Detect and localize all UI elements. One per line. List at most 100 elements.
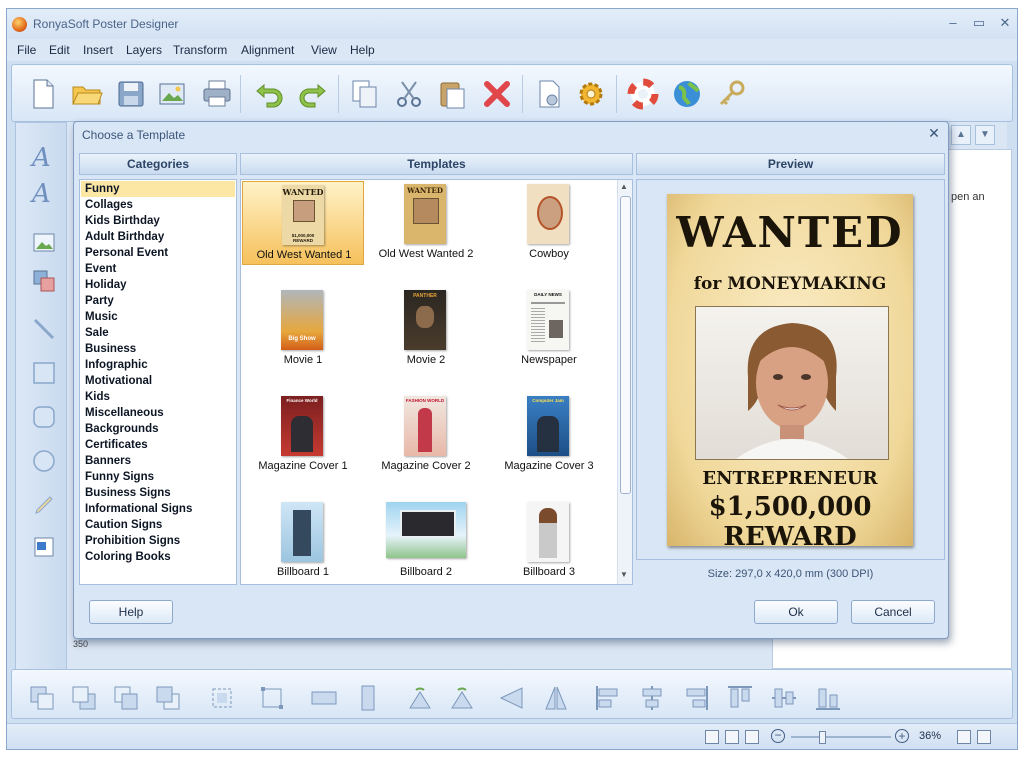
align-middle-icon[interactable] [770,684,798,712]
zoom-in-button[interactable]: + [895,729,909,743]
category-informational-signs[interactable]: Informational Signs [85,501,192,517]
save-icon[interactable] [114,77,148,111]
dotted-grid-icon[interactable] [725,730,739,744]
template-item[interactable]: WANTED Old West Wanted 2 [365,181,487,265]
category-backgrounds[interactable]: Backgrounds [85,421,159,437]
register-key-icon[interactable] [714,77,748,111]
save-as-image-icon[interactable] [156,77,190,111]
open-folder-icon[interactable] [70,77,104,111]
scroll-down-arrow-icon[interactable]: ▼ [620,570,628,579]
category-kids[interactable]: Kids [85,389,110,405]
distribute-horizontal-icon[interactable] [310,684,338,712]
new-file-icon[interactable] [26,77,60,111]
actual-size-icon[interactable] [977,730,991,744]
category-personal-event[interactable]: Personal Event [85,245,168,261]
grid-view-icon[interactable] [705,730,719,744]
category-collages[interactable]: Collages [85,197,133,213]
ellipse-tool-icon[interactable] [32,449,56,473]
bring-to-front-icon[interactable] [28,684,56,712]
category-music[interactable]: Music [85,309,118,325]
category-motivational[interactable]: Motivational [85,373,152,389]
menu-file[interactable]: File [17,43,36,57]
document-object-tool-icon[interactable] [32,535,56,559]
template-item[interactable]: DAILY NEWS Newspaper [488,287,610,371]
help-button[interactable]: Help [89,600,173,624]
help-lifebuoy-icon[interactable] [626,77,660,111]
menu-view[interactable]: View [311,43,337,57]
menu-insert[interactable]: Insert [83,43,113,57]
rotate-right-icon[interactable] [448,684,476,712]
template-item[interactable]: WANTED $1,000,000 REWARD Old West Wanted… [242,181,364,265]
scroll-up-arrow-icon[interactable]: ▲ [620,182,628,191]
dialog-close-button[interactable]: ✕ [926,125,942,141]
align-right-icon[interactable] [682,684,710,712]
category-certificates[interactable]: Certificates [85,437,148,453]
category-kids-birthday[interactable]: Kids Birthday [85,213,160,229]
maximize-button[interactable]: ▭ [971,16,987,30]
align-top-icon[interactable] [726,684,754,712]
scrollbar-thumb[interactable] [620,196,631,494]
send-to-back-icon[interactable] [70,684,98,712]
category-adult-birthday[interactable]: Adult Birthday [85,229,164,245]
template-item[interactable]: Big Show Movie 1 [242,287,364,371]
category-holiday[interactable]: Holiday [85,277,127,293]
menu-help[interactable]: Help [350,43,375,57]
minimize-button[interactable]: – [945,16,961,30]
template-item[interactable]: Cowboy [488,181,610,265]
bring-forward-icon[interactable] [112,684,140,712]
template-item[interactable]: Billboard 2 [365,499,487,583]
template-item[interactable]: Billboard 3 [488,499,610,583]
settings-gear-icon[interactable] [574,77,608,111]
category-coloring-books[interactable]: Coloring Books [85,549,171,565]
rounded-rectangle-tool-icon[interactable] [32,405,56,429]
ungroup-icon[interactable] [258,684,286,712]
rectangle-tool-icon[interactable] [32,361,56,385]
group-icon[interactable] [208,684,236,712]
category-funny-signs[interactable]: Funny Signs [85,469,154,485]
zoom-slider-thumb[interactable] [819,731,826,744]
image-tool-icon[interactable] [32,231,56,255]
zoom-slider[interactable] [791,736,891,738]
rotate-left-icon[interactable] [406,684,434,712]
redo-icon[interactable] [296,77,330,111]
send-backward-icon[interactable] [154,684,182,712]
templates-scrollbar[interactable]: ▲ ▼ [617,180,632,584]
template-item[interactable]: PANTHER Movie 2 [365,287,487,371]
category-infographic[interactable]: Infographic [85,357,148,373]
category-caution-signs[interactable]: Caution Signs [85,517,162,533]
close-window-button[interactable]: ✕ [997,16,1013,30]
print-icon[interactable] [200,77,234,111]
menu-edit[interactable]: Edit [49,43,70,57]
art-text-tool-icon[interactable]: A [32,179,56,209]
template-item[interactable]: Finance World Magazine Cover 1 [242,393,364,477]
category-business[interactable]: Business [85,341,136,357]
delete-icon[interactable] [480,77,514,111]
menu-layers[interactable]: Layers [126,43,162,57]
template-item[interactable]: Billboard 1 [242,499,364,583]
category-business-signs[interactable]: Business Signs [85,485,171,501]
scroll-up-button[interactable]: ▲ [951,125,971,145]
category-sale[interactable]: Sale [85,325,109,341]
category-event[interactable]: Event [85,261,116,277]
align-left-icon[interactable] [594,684,622,712]
paste-icon[interactable] [436,77,470,111]
ruler-guides-icon[interactable] [745,730,759,744]
page-setup-icon[interactable] [532,77,566,111]
align-bottom-icon[interactable] [814,684,842,712]
category-party[interactable]: Party [85,293,114,309]
template-item[interactable]: Computer Jam Magazine Cover 3 [488,393,610,477]
line-tool-icon[interactable] [32,317,56,341]
text-tool-icon[interactable]: A [32,143,56,173]
category-prohibition-signs[interactable]: Prohibition Signs [85,533,180,549]
menu-alignment[interactable]: Alignment [241,43,294,57]
category-banners[interactable]: Banners [85,453,131,469]
flip-horizontal-icon[interactable] [498,684,526,712]
web-globe-icon[interactable] [670,77,704,111]
cancel-button[interactable]: Cancel [851,600,935,624]
copy-icon[interactable] [348,77,382,111]
undo-icon[interactable] [252,77,286,111]
zoom-out-button[interactable]: − [771,729,785,743]
pencil-tool-icon[interactable] [32,493,56,517]
category-miscellaneous[interactable]: Miscellaneous [85,405,164,421]
menu-transform[interactable]: Transform [173,43,227,57]
